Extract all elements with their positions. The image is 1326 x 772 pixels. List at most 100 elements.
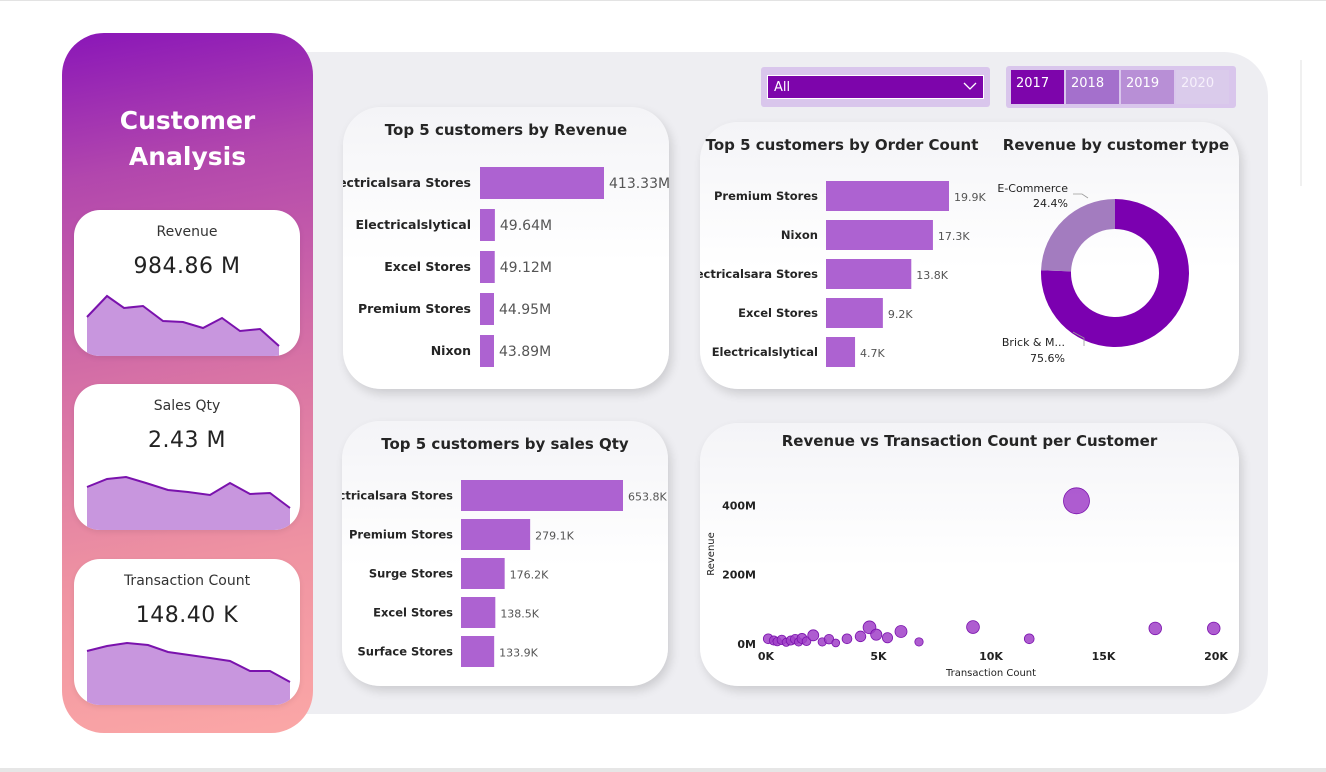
kpi-card-transaction-count[interactable]: Transaction Count 148.40 K xyxy=(74,559,300,705)
bar xyxy=(480,251,495,283)
scatter-point xyxy=(1023,633,1035,645)
kpi-value: 2.43 M xyxy=(148,428,226,453)
y-tick-label: 200M xyxy=(722,569,756,582)
chart-top5-sales-qty: Electricalsara Stores 653.8K Premium Store… xyxy=(342,480,667,667)
scatter-point xyxy=(1207,621,1221,636)
bar-category-label: Surface Stores xyxy=(357,645,453,659)
bar-value-label: 17.3K xyxy=(938,230,970,243)
bar xyxy=(461,597,496,628)
bar-value-label: 176.2K xyxy=(510,569,549,582)
chevron-down-icon xyxy=(963,80,977,96)
slice-label: Brick & M... xyxy=(1002,336,1065,349)
bar-value-label: 44.95M xyxy=(499,302,551,318)
bar-category-label: Surge Stores xyxy=(369,567,453,581)
chart-top5-revenue: Electricalsara Stores 413.33M Electricalsl… xyxy=(343,167,669,367)
bar-category-label: Premium Stores xyxy=(358,301,471,316)
year-button-2019[interactable]: 2019 xyxy=(1121,70,1174,104)
kpi-card-sales-qty[interactable]: Sales Qty 2.43 M xyxy=(74,384,300,530)
bar-category-label: Nixon xyxy=(781,228,818,242)
x-axis-label: Transaction Count xyxy=(945,668,1036,679)
scatter-point xyxy=(1063,487,1090,515)
scatter-point xyxy=(807,629,820,642)
sidebar: Customer Analysis Revenue 984.86 M Sales… xyxy=(62,33,313,733)
year-button-2018[interactable]: 2018 xyxy=(1066,70,1119,104)
y-tick-label: 400M xyxy=(722,499,756,512)
customer-filter-slicer: All xyxy=(761,67,990,107)
kpi-label: Revenue xyxy=(156,224,218,240)
bar xyxy=(826,298,883,328)
scatter-point xyxy=(966,620,980,634)
bar xyxy=(461,558,505,589)
chart-revenue-vs-transactions: 0M 200M 400M 0K 5K 10K 15K 20K Transaction Count… xyxy=(706,487,1228,679)
bar-value-label: 4.7K xyxy=(860,347,885,360)
leader-line xyxy=(1073,193,1089,199)
customer-dropdown[interactable]: All xyxy=(767,75,984,99)
bar-value-label: 9.2K xyxy=(888,308,913,321)
bar xyxy=(480,335,494,367)
year-button-2017[interactable]: 2017 xyxy=(1011,70,1064,104)
bar-category-label: Electricalsara Stores xyxy=(343,175,471,190)
bar-value-label: 43.89M xyxy=(499,344,551,360)
bar-value-label: 49.64M xyxy=(500,218,552,234)
bar-category-label: Electricalsara Stores xyxy=(700,267,818,281)
bar xyxy=(826,259,912,289)
kpi-label: Transaction Count xyxy=(123,573,251,589)
bar-category-label: Nixon xyxy=(431,343,471,358)
bar-value-label: 138.5K xyxy=(500,608,539,621)
chart-top5-order-count: Premium Stores 19.9K Nixon 17.3K Electricals… xyxy=(700,181,1189,367)
bar xyxy=(461,636,495,667)
y-tick-label: 0M xyxy=(737,638,756,651)
bar-value-label: 49.12M xyxy=(500,260,552,276)
bar xyxy=(480,293,494,325)
bar xyxy=(480,209,495,241)
slice-label: E-Commerce xyxy=(997,182,1068,195)
bar-category-label: Excel Stores xyxy=(738,306,818,320)
x-tick-label: 15K xyxy=(1092,650,1116,663)
bar xyxy=(826,337,856,367)
bar-value-label: 413.33M xyxy=(609,176,669,192)
bar xyxy=(826,220,933,250)
scatter-point xyxy=(894,625,908,638)
card-top5-revenue: Top 5 customers by Revenue Electricalsar… xyxy=(343,107,669,389)
year-button-2020[interactable]: 2020 xyxy=(1176,70,1229,104)
scatter-point xyxy=(881,632,893,644)
bar xyxy=(461,480,623,511)
y-axis-label: Revenue xyxy=(706,532,717,576)
bar-category-label: Premium Stores xyxy=(349,528,453,542)
bar xyxy=(480,167,604,199)
page-title-line2: Analysis xyxy=(128,142,247,171)
bar-value-label: 653.8K xyxy=(628,491,667,504)
slice-value-label: 75.6% xyxy=(1030,352,1065,365)
x-tick-label: 20K xyxy=(1204,650,1228,663)
card-top5-sales-qty: Top 5 customers by sales Qty Electricals… xyxy=(342,421,668,686)
bar-value-label: 19.9K xyxy=(954,191,986,204)
bar xyxy=(826,181,949,211)
bar-category-label: Excel Stores xyxy=(384,259,471,274)
bar-category-label: Electricalslytical xyxy=(712,345,818,359)
kpi-card-revenue[interactable]: Revenue 984.86 M xyxy=(74,210,300,356)
page-title-line1: Customer xyxy=(119,106,256,135)
bar-value-label: 13.8K xyxy=(916,269,948,282)
year-slicer: 2017 2018 2019 2020 xyxy=(1006,66,1236,108)
scatter-point xyxy=(870,628,883,641)
kpi-label: Sales Qty xyxy=(153,398,221,414)
kpi-value: 148.40 K xyxy=(135,603,239,628)
bar-category-label: Electricalslytical xyxy=(355,217,471,232)
bar-category-label: Premium Stores xyxy=(714,189,818,203)
x-tick-label: 0K xyxy=(758,650,775,663)
dropdown-value: All xyxy=(774,80,791,95)
bar-value-label: 279.1K xyxy=(535,530,574,543)
card-order-count-and-customer-type: Top 5 customers by Order Count Revenue b… xyxy=(700,122,1239,389)
scatter-point xyxy=(854,630,867,643)
x-tick-label: 5K xyxy=(870,650,887,663)
kpi-value: 984.86 M xyxy=(133,254,241,279)
bar-category-label: Excel Stores xyxy=(373,606,453,620)
scatter-point xyxy=(1148,621,1162,636)
scatter-point xyxy=(914,637,924,647)
bar-value-label: 133.9K xyxy=(499,647,538,660)
bar xyxy=(461,519,531,550)
slice-value-label: 24.4% xyxy=(1033,197,1068,210)
bar-category-label: Electricalsara Stores xyxy=(342,489,453,503)
page-title: Customer Analysis xyxy=(62,103,313,175)
scatter-point xyxy=(841,633,853,645)
